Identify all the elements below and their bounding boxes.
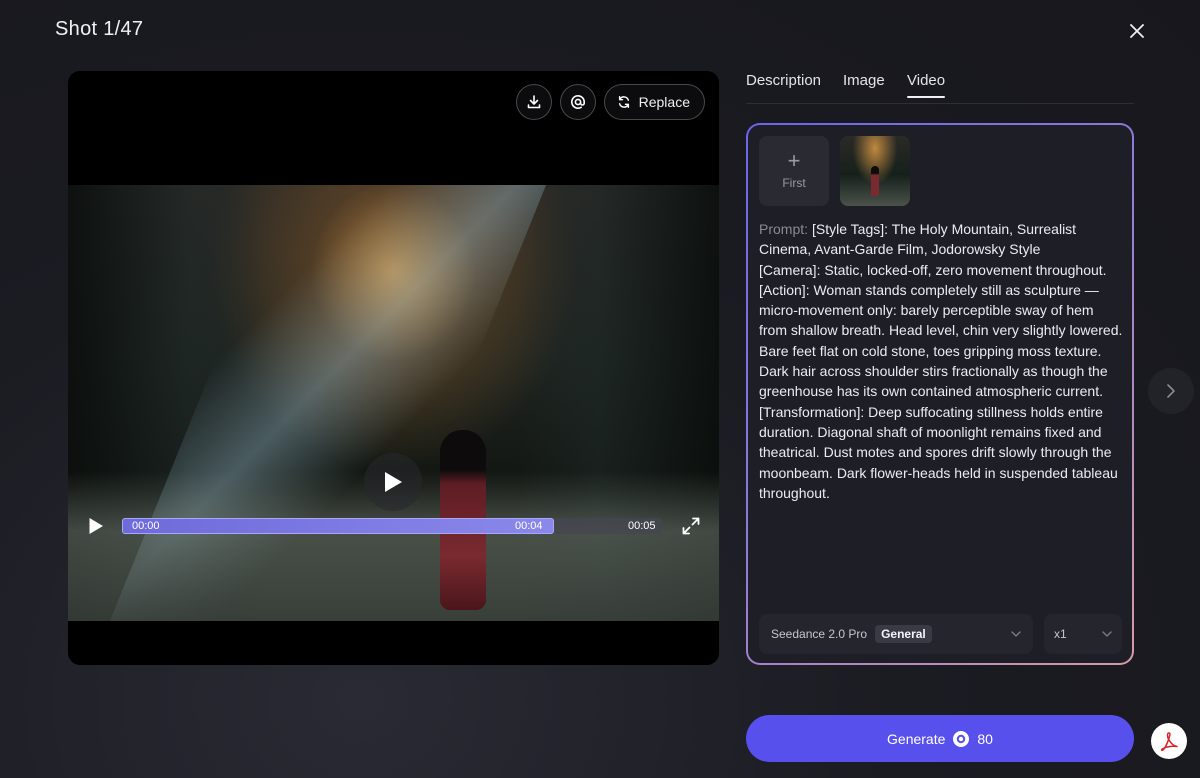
plus-icon: + bbox=[787, 148, 801, 173]
replace-label: Replace bbox=[638, 94, 690, 110]
current-time: 00:00 bbox=[132, 520, 160, 532]
next-shot-button[interactable] bbox=[1148, 368, 1194, 414]
progress-track[interactable] bbox=[122, 518, 662, 534]
play-icon[interactable] bbox=[88, 517, 104, 535]
pdf-icon bbox=[1160, 732, 1178, 752]
download-icon bbox=[527, 95, 540, 109]
generate-credits: 80 bbox=[977, 730, 993, 747]
tab-bar: Description Image Video bbox=[746, 72, 1134, 104]
prompt-line: Prompt: [Style Tags]: The Holy Mountain, … bbox=[759, 219, 1125, 260]
fullscreen-icon[interactable] bbox=[682, 517, 700, 535]
reference-image-thumbnail[interactable] bbox=[840, 136, 910, 206]
tab-image[interactable]: Image bbox=[843, 72, 885, 97]
tab-video[interactable]: Video bbox=[907, 72, 946, 98]
generate-button[interactable]: Generate 80 bbox=[746, 715, 1134, 762]
model-select[interactable]: Seedance 2.0 Pro General bbox=[759, 614, 1033, 654]
player-toolbar: Replace bbox=[515, 84, 705, 120]
first-frame-add-button[interactable]: + First bbox=[759, 136, 829, 206]
pdf-export-button[interactable] bbox=[1151, 723, 1187, 759]
download-button[interactable] bbox=[515, 84, 552, 120]
prompt-transformation: [Transformation]: Deep suffocating still… bbox=[759, 403, 1118, 501]
video-frame[interactable] bbox=[68, 185, 719, 621]
progress-fill bbox=[122, 518, 554, 534]
chevron-down-icon bbox=[1102, 631, 1112, 637]
video-settings-card: + First Prompt: [Style Tags]: The Holy Mo… bbox=[746, 123, 1134, 665]
refresh-icon bbox=[618, 96, 629, 108]
credit-icon bbox=[953, 730, 970, 747]
tab-description[interactable]: Description bbox=[746, 72, 821, 97]
at-icon bbox=[570, 95, 585, 109]
close-icon bbox=[1130, 24, 1144, 38]
count-select[interactable]: x1 bbox=[1044, 614, 1122, 654]
first-frame-label: First bbox=[782, 176, 806, 190]
chevron-right-icon bbox=[1167, 384, 1175, 398]
generate-label: Generate bbox=[887, 730, 946, 747]
play-overlay-button[interactable] bbox=[364, 453, 422, 511]
count-value: x1 bbox=[1054, 627, 1067, 641]
prompt-action: [Action]: Woman stands completely still … bbox=[759, 281, 1123, 400]
playback-controls: 00:00 00:04 00:05 bbox=[68, 511, 719, 541]
buffered-time: 00:04 bbox=[515, 520, 543, 532]
thumbnail-figure bbox=[871, 166, 879, 196]
model-mode-badge: General bbox=[875, 625, 932, 643]
page-title: Shot 1/47 bbox=[55, 18, 144, 40]
chevron-down-icon bbox=[1011, 631, 1021, 637]
close-button[interactable] bbox=[1124, 18, 1150, 44]
mention-button[interactable] bbox=[559, 84, 596, 120]
play-icon bbox=[385, 472, 402, 492]
video-player: Replace 00:00 00:04 00:05 bbox=[68, 71, 719, 665]
model-name: Seedance 2.0 Pro bbox=[771, 627, 868, 641]
prompt-label: Prompt: bbox=[759, 221, 809, 237]
prompt-camera: [Camera]: Static, locked-off, zero movem… bbox=[759, 261, 1107, 278]
video-settings-card-inner: + First Prompt: [Style Tags]: The Holy Mo… bbox=[748, 125, 1132, 663]
replace-button[interactable]: Replace bbox=[603, 84, 705, 120]
prompt-text[interactable]: Prompt: [Style Tags]: The Holy Mountain, … bbox=[759, 219, 1125, 503]
duration-time: 00:05 bbox=[628, 520, 656, 532]
